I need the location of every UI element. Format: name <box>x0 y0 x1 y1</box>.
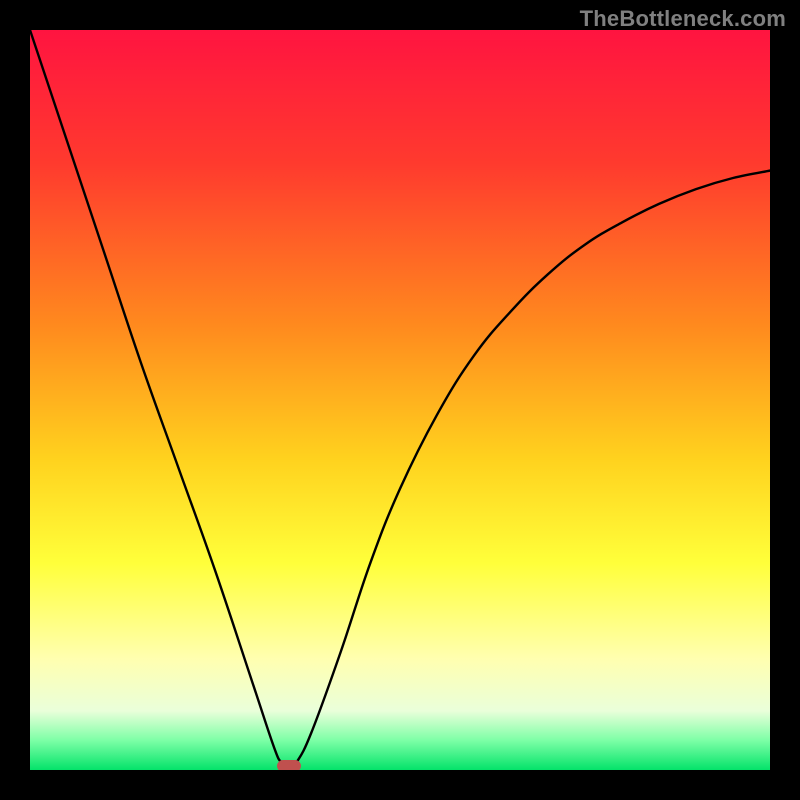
minimum-marker <box>277 760 301 770</box>
watermark-text: TheBottleneck.com <box>580 6 786 32</box>
curve-layer <box>30 30 770 770</box>
bottleneck-curve <box>30 30 770 770</box>
chart-frame: TheBottleneck.com <box>0 0 800 800</box>
plot-area <box>30 30 770 770</box>
